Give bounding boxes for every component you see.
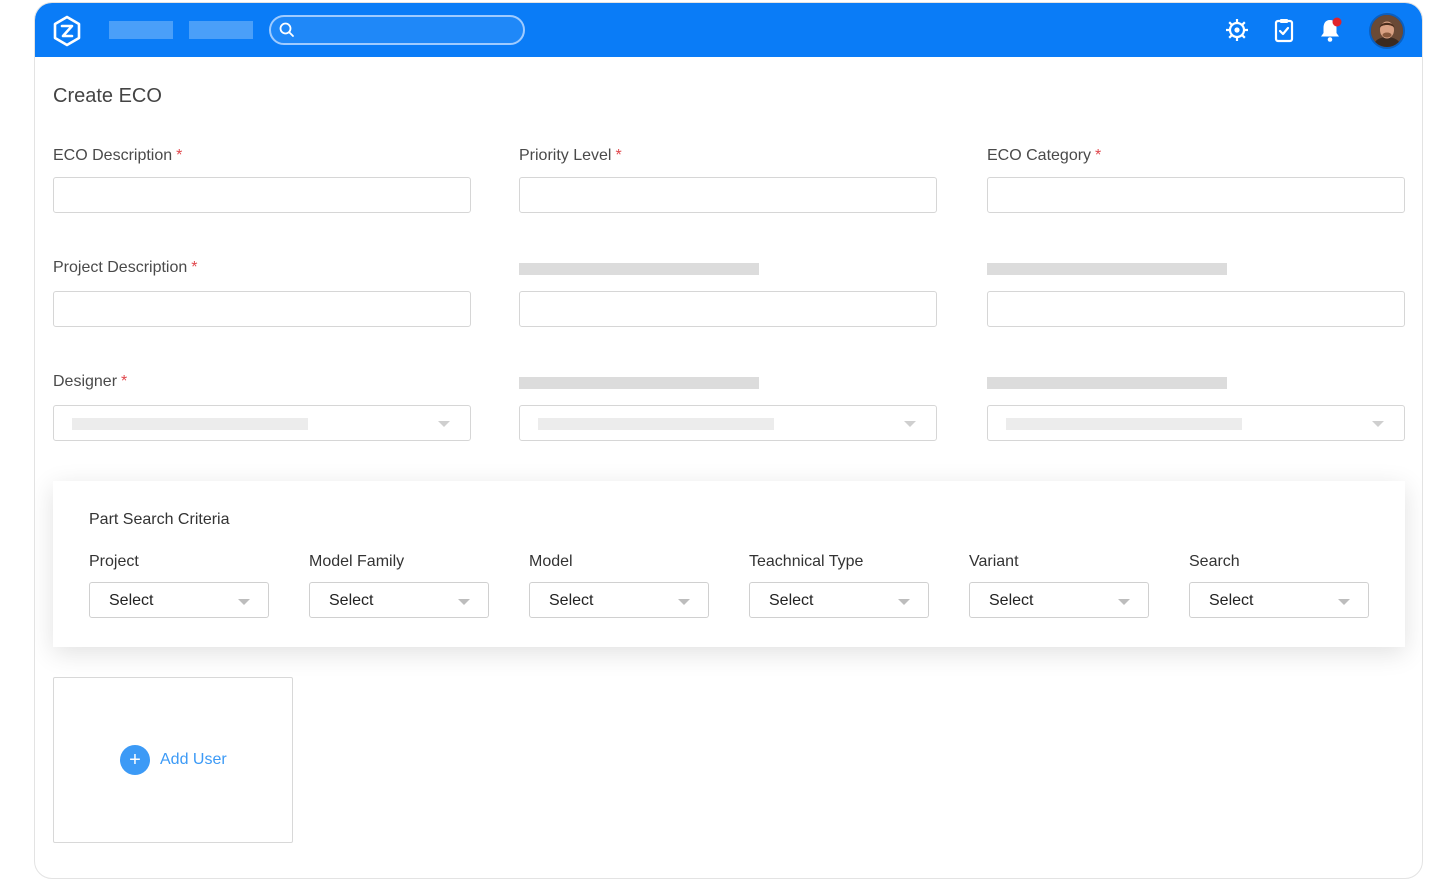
- project-description-label: Project Description *: [53, 259, 198, 277]
- nav-menu-item-1[interactable]: [109, 21, 173, 39]
- required-marker: *: [121, 373, 128, 390]
- search-input[interactable]: [299, 20, 514, 40]
- variant-criteria-dropdown[interactable]: Select: [969, 582, 1149, 618]
- variant-criteria-label: Variant: [969, 553, 1019, 570]
- page-title: Create ECO: [53, 85, 162, 107]
- search-criteria-label: Search: [1189, 553, 1240, 570]
- chevron-down-icon: [1118, 599, 1130, 605]
- global-search[interactable]: [269, 15, 525, 45]
- chevron-down-icon: [678, 599, 690, 605]
- chevron-down-icon: [898, 599, 910, 605]
- designer-label: Designer *: [53, 373, 127, 391]
- project-description-field[interactable]: [53, 291, 471, 327]
- dropdown-value: Select: [989, 592, 1034, 609]
- eco-description-label: ECO Description *: [53, 147, 182, 165]
- project-description-label-text: Project Description: [53, 259, 188, 276]
- eco-category-field[interactable]: [987, 177, 1405, 213]
- clipboard-check-icon[interactable]: [1270, 16, 1298, 44]
- chevron-down-icon: [904, 421, 916, 427]
- eco-description-field[interactable]: [53, 177, 471, 213]
- placeholder-text-field[interactable]: [519, 291, 937, 327]
- dropdown-value: Select: [329, 592, 374, 609]
- bell-icon[interactable]: [1316, 16, 1344, 44]
- placeholder-value: [1006, 418, 1242, 430]
- placeholder-label: [519, 377, 759, 389]
- placeholder-dropdown[interactable]: [519, 405, 937, 441]
- priority-level-field[interactable]: [519, 177, 937, 213]
- app-logo-icon[interactable]: [51, 15, 83, 47]
- chevron-down-icon: [438, 421, 450, 427]
- dropdown-value: Select: [1209, 592, 1254, 609]
- plus-icon: +: [120, 745, 150, 775]
- model-family-criteria-label: Model Family: [309, 553, 405, 570]
- priority-level-label: Priority Level *: [519, 147, 622, 165]
- required-marker: *: [1095, 147, 1102, 164]
- model-criteria-dropdown[interactable]: Select: [529, 582, 709, 618]
- chevron-down-icon: [238, 599, 250, 605]
- placeholder-dropdown[interactable]: [987, 405, 1405, 441]
- chevron-down-icon: [458, 599, 470, 605]
- technical-type-criteria-label: Teachnical Type: [749, 553, 864, 570]
- nav-menu-item-2[interactable]: [189, 21, 253, 39]
- required-marker: *: [191, 259, 198, 276]
- placeholder-value: [538, 418, 774, 430]
- app-window: Create ECO ECO Description * Priority Lev…: [34, 2, 1423, 879]
- project-criteria-label: Project: [89, 553, 139, 570]
- placeholder-label: [519, 263, 759, 275]
- project-criteria-dropdown[interactable]: Select: [89, 582, 269, 618]
- user-avatar[interactable]: [1369, 13, 1405, 49]
- model-criteria-label: Model: [529, 553, 573, 570]
- chevron-down-icon: [1372, 421, 1384, 427]
- top-navigation-bar: [35, 3, 1422, 57]
- placeholder-label: [987, 377, 1227, 389]
- placeholder-value: [72, 418, 308, 430]
- search-icon: [279, 22, 294, 37]
- dropdown-value: Select: [549, 592, 594, 609]
- dropdown-value: Select: [109, 592, 154, 609]
- designer-dropdown[interactable]: [53, 405, 471, 441]
- add-user-label: Add User: [160, 751, 227, 768]
- chevron-down-icon: [1338, 599, 1350, 605]
- add-user-card[interactable]: + Add User: [53, 677, 293, 843]
- required-marker: *: [176, 147, 183, 164]
- priority-level-label-text: Priority Level: [519, 147, 612, 164]
- eco-category-label-text: ECO Category: [987, 147, 1092, 164]
- dropdown-value: Select: [769, 592, 814, 609]
- technical-type-criteria-dropdown[interactable]: Select: [749, 582, 929, 618]
- part-search-title: Part Search Criteria: [89, 511, 230, 528]
- placeholder-label: [987, 263, 1227, 275]
- placeholder-text-field[interactable]: [987, 291, 1405, 327]
- eco-description-label-text: ECO Description: [53, 147, 173, 164]
- required-marker: *: [615, 147, 622, 164]
- search-criteria-dropdown[interactable]: Select: [1189, 582, 1369, 618]
- notification-dot-icon: [1332, 17, 1342, 27]
- model-family-criteria-dropdown[interactable]: Select: [309, 582, 489, 618]
- gear-icon[interactable]: [1223, 16, 1251, 44]
- eco-category-label: ECO Category *: [987, 147, 1101, 165]
- designer-label-text: Designer: [53, 373, 118, 390]
- part-search-panel: Part Search Criteria Project Select Mode…: [53, 481, 1405, 647]
- add-user-button[interactable]: + Add User: [120, 745, 227, 775]
